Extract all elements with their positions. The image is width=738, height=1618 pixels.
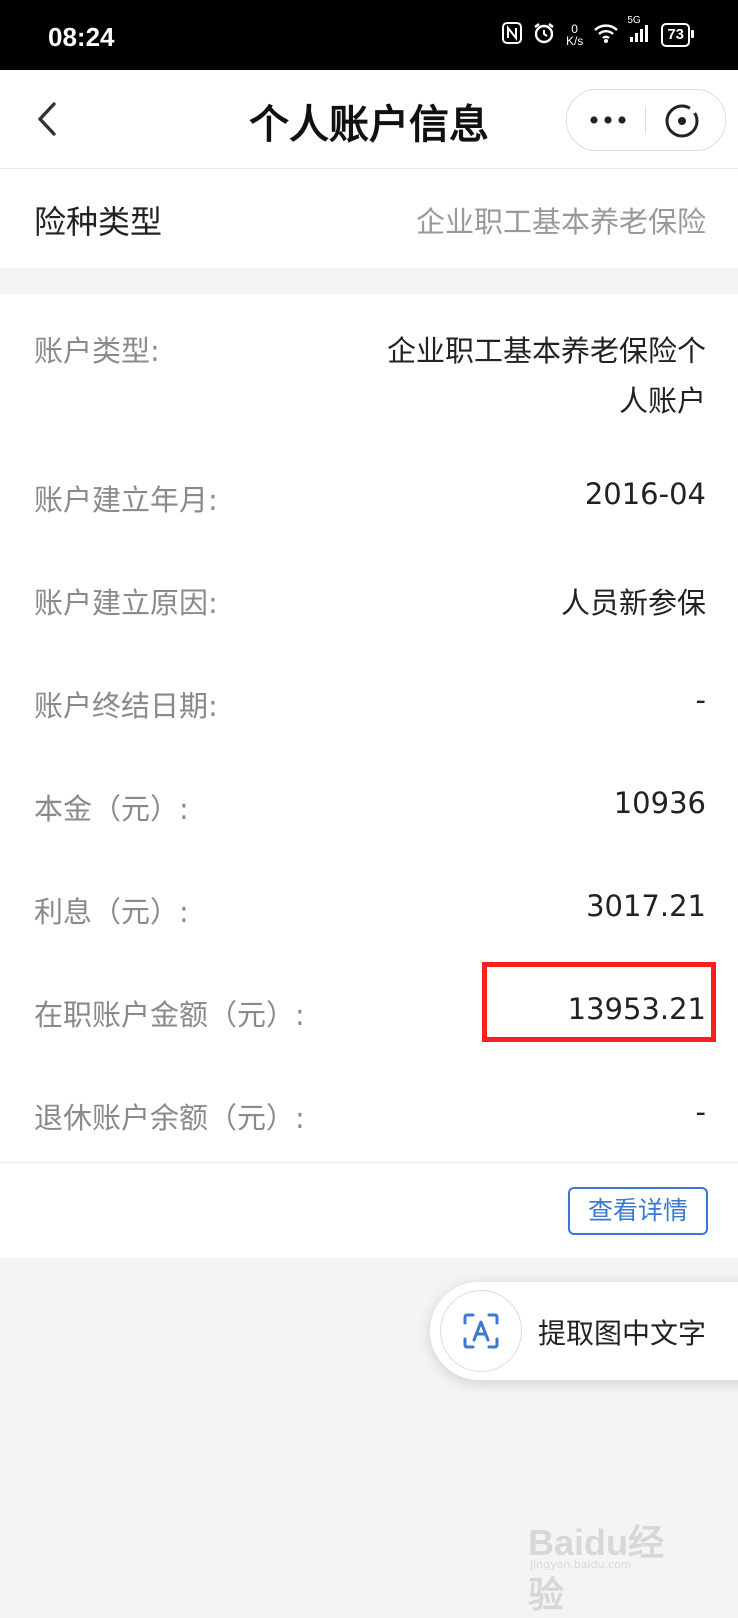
info-label: 账户建立原因: (34, 586, 218, 620)
insurance-type-row[interactable]: 险种类型 企业职工基本养老保险 (0, 169, 738, 268)
account-info-card: 账户类型: 企业职工基本养老保险个 人账户 账户建立年月: 2016-04 账户… (0, 294, 738, 1258)
nfc-icon (501, 21, 522, 49)
info-value: 人员新参保 (560, 586, 706, 620)
info-value: 3017.21 (586, 889, 706, 923)
info-value: 企业职工基本养老保险个 (386, 334, 706, 368)
network-speed: 0 K/s (565, 22, 584, 48)
highlight-box (482, 962, 716, 1042)
status-icons: 0 K/s 5G 73 (501, 15, 694, 52)
info-value: 2016-04 (584, 477, 706, 511)
more-dots-icon (590, 116, 626, 124)
text-scan-icon (463, 1313, 499, 1349)
info-value: - (695, 683, 706, 717)
status-bar: 08:24 0 K/s 5G 73 (0, 0, 738, 70)
info-label: 退休账户余额（元）: (34, 1101, 305, 1135)
alarm-icon (532, 21, 556, 50)
info-label: 利息（元）: (34, 895, 189, 929)
capsule-divider (645, 106, 646, 134)
info-label: 本金（元）: (34, 792, 189, 826)
info-value: 10936 (613, 786, 706, 820)
close-target-icon (665, 104, 699, 138)
mini-program-capsule (566, 89, 726, 151)
watermark-url: jingyan.baidu.com (530, 1558, 632, 1571)
close-button[interactable] (663, 102, 701, 140)
insurance-type-value: 企业职工基本养老保险 (415, 205, 706, 239)
insurance-type-label: 险种类型 (34, 203, 163, 241)
signal-icon: 5G (627, 15, 651, 48)
info-value-continued: 人账户 (618, 384, 706, 418)
extract-text-button[interactable]: 提取图中文字 (430, 1282, 738, 1380)
info-value: - (695, 1095, 706, 1129)
info-label: 账户建立年月: (34, 483, 218, 517)
baidu-watermark: Baidu经验 jingyan.baidu.com (528, 1514, 698, 1615)
nav-bar: 个人账户信息 (0, 70, 738, 169)
status-time: 08:24 (48, 22, 115, 52)
info-label: 账户终结日期: (34, 689, 218, 723)
info-label: 账户类型: (34, 334, 160, 368)
extract-text-label: 提取图中文字 (538, 1317, 707, 1350)
card-divider (0, 1162, 738, 1163)
view-details-button[interactable]: 查看详情 (568, 1187, 708, 1235)
battery-indicator: 73 (661, 23, 694, 47)
text-scan-icon-wrap (440, 1290, 522, 1372)
info-label: 在职账户金额（元）: (34, 998, 305, 1032)
more-button[interactable] (587, 104, 629, 136)
wifi-icon (593, 22, 619, 49)
